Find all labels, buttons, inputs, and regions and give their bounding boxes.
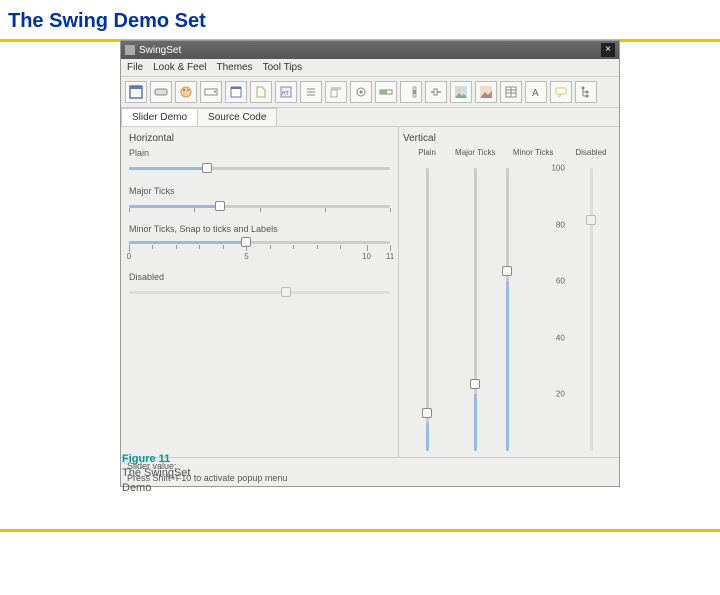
app-window: SwingSet × File Look & Feel Themes Tool … bbox=[120, 40, 620, 487]
vminor-scale: 100 80 60 40 20 bbox=[547, 168, 567, 451]
toolbar: HT A bbox=[121, 77, 619, 108]
tb-image1-icon[interactable] bbox=[450, 81, 472, 103]
vdisabled-label: Disabled bbox=[575, 148, 606, 168]
vplain-col: Plain bbox=[403, 148, 451, 451]
tb-menu-icon[interactable] bbox=[325, 81, 347, 103]
tb-list-icon[interactable] bbox=[300, 81, 322, 103]
plain-slider[interactable] bbox=[129, 160, 390, 176]
horizontal-column: Horizontal Plain Major Ticks bbox=[121, 127, 399, 457]
vminor-slider[interactable] bbox=[499, 168, 546, 451]
menu-themes[interactable]: Themes bbox=[217, 62, 253, 73]
vplain-label: Plain bbox=[418, 148, 436, 168]
tb-tooltip-icon[interactable] bbox=[550, 81, 572, 103]
menu-file[interactable]: File bbox=[127, 62, 143, 73]
plain-slider-group: Plain bbox=[129, 148, 390, 176]
tb-file-icon[interactable] bbox=[250, 81, 272, 103]
window-icon bbox=[125, 45, 135, 55]
tab-bar: Slider Demo Source Code bbox=[121, 108, 619, 127]
tab-slider-demo[interactable]: Slider Demo bbox=[121, 108, 198, 126]
minor-slider-group: Minor Ticks, Snap to ticks and Labels 0 … bbox=[129, 224, 390, 262]
close-button[interactable]: × bbox=[601, 43, 615, 57]
tb-dialog-icon[interactable] bbox=[225, 81, 247, 103]
tb-slider-icon[interactable] bbox=[425, 81, 447, 103]
tb-option-icon[interactable] bbox=[350, 81, 372, 103]
horizontal-header: Horizontal bbox=[129, 133, 390, 144]
menu-lookfeel[interactable]: Look & Feel bbox=[153, 62, 206, 73]
major-slider[interactable] bbox=[129, 198, 390, 214]
status-line1: Slider value: bbox=[127, 461, 613, 471]
tb-html-icon[interactable]: HT bbox=[275, 81, 297, 103]
titlebar[interactable]: SwingSet × bbox=[121, 41, 619, 59]
vdisabled-col: Disabled bbox=[567, 148, 615, 451]
major-slider-label: Major Ticks bbox=[129, 186, 390, 196]
minor-tick-10: 10 bbox=[362, 252, 371, 261]
tb-tree-icon[interactable] bbox=[575, 81, 597, 103]
tb-button-icon[interactable] bbox=[150, 81, 172, 103]
minor-slider[interactable]: 0 5 10 11 bbox=[129, 236, 390, 262]
vminor-label: Minor Ticks bbox=[513, 148, 553, 168]
tb-table-icon[interactable] bbox=[500, 81, 522, 103]
minor-tick-5: 5 bbox=[244, 252, 248, 261]
tb-combo-icon[interactable] bbox=[200, 81, 222, 103]
menu-tooltips[interactable]: Tool Tips bbox=[263, 62, 302, 73]
vmajor-col: Major Ticks bbox=[451, 148, 499, 451]
menubar: File Look & Feel Themes Tool Tips bbox=[121, 59, 619, 77]
swingset-window-figure: SwingSet × File Look & Feel Themes Tool … bbox=[120, 40, 620, 487]
vminor-col: Minor Ticks 100 80 60 40 20 bbox=[499, 148, 566, 451]
major-slider-group: Major Ticks bbox=[129, 186, 390, 214]
vertical-column: Vertical Plain Major Ticks bbox=[399, 127, 619, 457]
figure-caption-line1: The SwingSet bbox=[122, 467, 190, 479]
minor-tick-11: 11 bbox=[386, 252, 394, 261]
svg-text:A: A bbox=[532, 88, 539, 99]
tb-scroll-icon[interactable] bbox=[400, 81, 422, 103]
vplain-slider[interactable] bbox=[419, 168, 435, 451]
disabled-slider bbox=[129, 284, 390, 300]
svg-text:HT: HT bbox=[282, 91, 289, 97]
vdisabled-slider bbox=[583, 168, 599, 451]
status-line2: Press Shift+F10 to activate popup menu bbox=[127, 473, 613, 483]
tb-frame-icon[interactable] bbox=[125, 81, 147, 103]
vertical-header: Vertical bbox=[403, 133, 615, 144]
demo-content: Horizontal Plain Major Ticks bbox=[121, 127, 619, 457]
tab-source-code[interactable]: Source Code bbox=[197, 108, 277, 126]
figure-caption: Figure 11 The SwingSet Demo bbox=[122, 452, 190, 495]
tb-progress-icon[interactable] bbox=[375, 81, 397, 103]
tb-text-icon[interactable]: A bbox=[525, 81, 547, 103]
status-bar: Slider value: Press Shift+F10 to activat… bbox=[121, 457, 619, 486]
tb-palette-icon[interactable] bbox=[175, 81, 197, 103]
figure-number: Figure 11 bbox=[122, 453, 170, 465]
minor-slider-label: Minor Ticks, Snap to ticks and Labels bbox=[129, 224, 390, 234]
minor-tick-0: 0 bbox=[127, 252, 131, 261]
tb-image2-icon[interactable] bbox=[475, 81, 497, 103]
figure-caption-line2: Demo bbox=[122, 482, 151, 494]
window-title: SwingSet bbox=[139, 45, 601, 56]
slide-title: The Swing Demo Set bbox=[0, 0, 720, 39]
disabled-slider-group: Disabled bbox=[129, 272, 390, 300]
disabled-slider-label: Disabled bbox=[129, 272, 390, 282]
bottom-underline bbox=[0, 529, 720, 532]
vertical-sliders-row: Plain Major Ticks bbox=[403, 148, 615, 451]
plain-slider-label: Plain bbox=[129, 148, 390, 158]
